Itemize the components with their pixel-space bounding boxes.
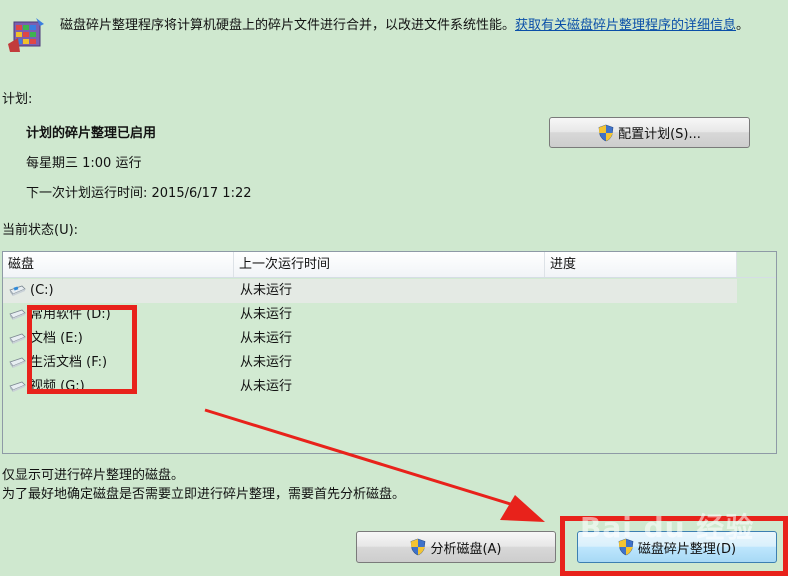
drive-icon	[9, 381, 26, 392]
intro-description: 磁盘碎片整理程序将计算机硬盘上的碎片文件进行合并，以改进文件系统性能。获取有关磁…	[60, 16, 775, 35]
schedule-frequency: 每星期三 1:00 运行	[26, 156, 142, 171]
analyze-disk-label: 分析磁盘(A)	[430, 541, 502, 557]
disk-last-run: 从未运行	[240, 379, 293, 394]
disk-name: 生活文档 (F:)	[30, 355, 108, 370]
disk-list-header: 磁盘 上一次运行时间 进度	[3, 252, 737, 278]
disk-list-header-filler	[737, 252, 776, 278]
disk-name: 视频 (G:)	[30, 379, 85, 394]
drive-icon	[9, 357, 26, 368]
disk-last-run: 从未运行	[240, 307, 293, 322]
note-defraggable-only: 仅显示可进行碎片整理的磁盘。	[2, 468, 185, 483]
disk-name: 文档 (E:)	[30, 331, 83, 346]
configure-schedule-label: 配置计划(S)...	[618, 127, 701, 142]
schedule-next-run: 下一次计划运行时间: 2015/6/17 1:22	[26, 186, 252, 201]
disk-row-e[interactable]: 文档 (E:) 从未运行	[3, 327, 737, 351]
disk-row-f[interactable]: 生活文档 (F:) 从未运行	[3, 351, 737, 375]
schedule-section-label: 计划:	[2, 92, 33, 107]
column-header-disk[interactable]: 磁盘	[3, 252, 234, 277]
uac-shield-icon	[598, 124, 614, 141]
column-header-progress[interactable]: 进度	[545, 252, 737, 277]
defragmenter-app-icon	[8, 18, 44, 52]
note-analyze-first: 为了最好地确定磁盘是否需要立即进行碎片整理，需要首先分析磁盘。	[2, 487, 406, 502]
baidu-watermark: Bai du 经验	[580, 511, 755, 544]
system-drive-icon	[9, 285, 26, 296]
drive-icon	[9, 309, 26, 320]
description-period: 。	[736, 18, 750, 33]
disk-list[interactable]: 磁盘 上一次运行时间 进度 (C:) 从未运行 常用软件 (D:) 从未运行 文…	[2, 251, 777, 454]
disk-row-c[interactable]: (C:) 从未运行	[3, 279, 737, 303]
disk-name: (C:)	[30, 283, 54, 298]
column-header-last-run[interactable]: 上一次运行时间	[234, 252, 545, 277]
disk-name: 常用软件 (D:)	[30, 307, 111, 322]
disk-last-run: 从未运行	[240, 283, 293, 298]
description-text: 磁盘碎片整理程序将计算机硬盘上的碎片文件进行合并，以改进文件系统性能。	[60, 18, 516, 33]
disk-row-d[interactable]: 常用软件 (D:) 从未运行	[3, 303, 737, 327]
disk-row-g[interactable]: 视频 (G:) 从未运行	[3, 375, 737, 399]
uac-shield-icon	[411, 538, 426, 556]
disk-last-run: 从未运行	[240, 331, 293, 346]
analyze-disk-button[interactable]: 分析磁盘(A)	[356, 531, 556, 563]
disk-last-run: 从未运行	[240, 355, 293, 370]
schedule-status: 计划的碎片整理已启用	[26, 126, 157, 141]
current-status-section-label: 当前状态(U):	[2, 223, 79, 238]
drive-icon	[9, 333, 26, 344]
more-info-link[interactable]: 获取有关磁盘碎片整理程序的详细信息	[515, 18, 736, 33]
configure-schedule-button[interactable]: 配置计划(S)...	[549, 117, 750, 148]
